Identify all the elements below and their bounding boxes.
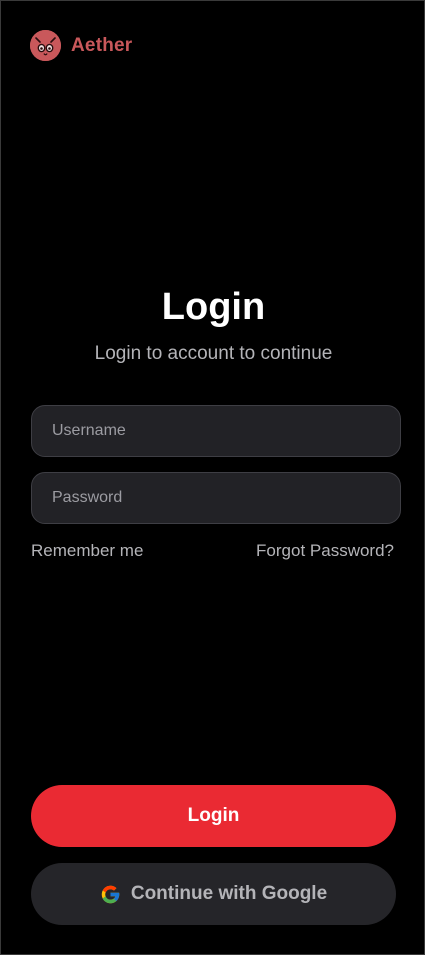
login-screen: Aether Login Login to account to continu… xyxy=(0,0,425,955)
google-signin-button[interactable]: Continue with Google xyxy=(31,863,396,925)
google-g-icon xyxy=(100,884,121,905)
username-input[interactable] xyxy=(31,405,401,457)
login-button-label: Login xyxy=(187,805,240,826)
brand-name: Aether xyxy=(71,34,133,56)
brand-header: Aether xyxy=(30,30,132,61)
forgot-password-link[interactable]: Forgot Password? xyxy=(256,541,394,561)
page-subtitle: Login to account to continue xyxy=(94,343,333,364)
password-input[interactable] xyxy=(31,472,401,524)
page-title: Login xyxy=(161,286,266,328)
monster-face-icon xyxy=(30,30,61,61)
remember-me-toggle[interactable]: Remember me xyxy=(31,541,143,561)
login-button[interactable]: Login xyxy=(31,785,396,847)
google-button-label: Continue with Google xyxy=(130,883,328,904)
